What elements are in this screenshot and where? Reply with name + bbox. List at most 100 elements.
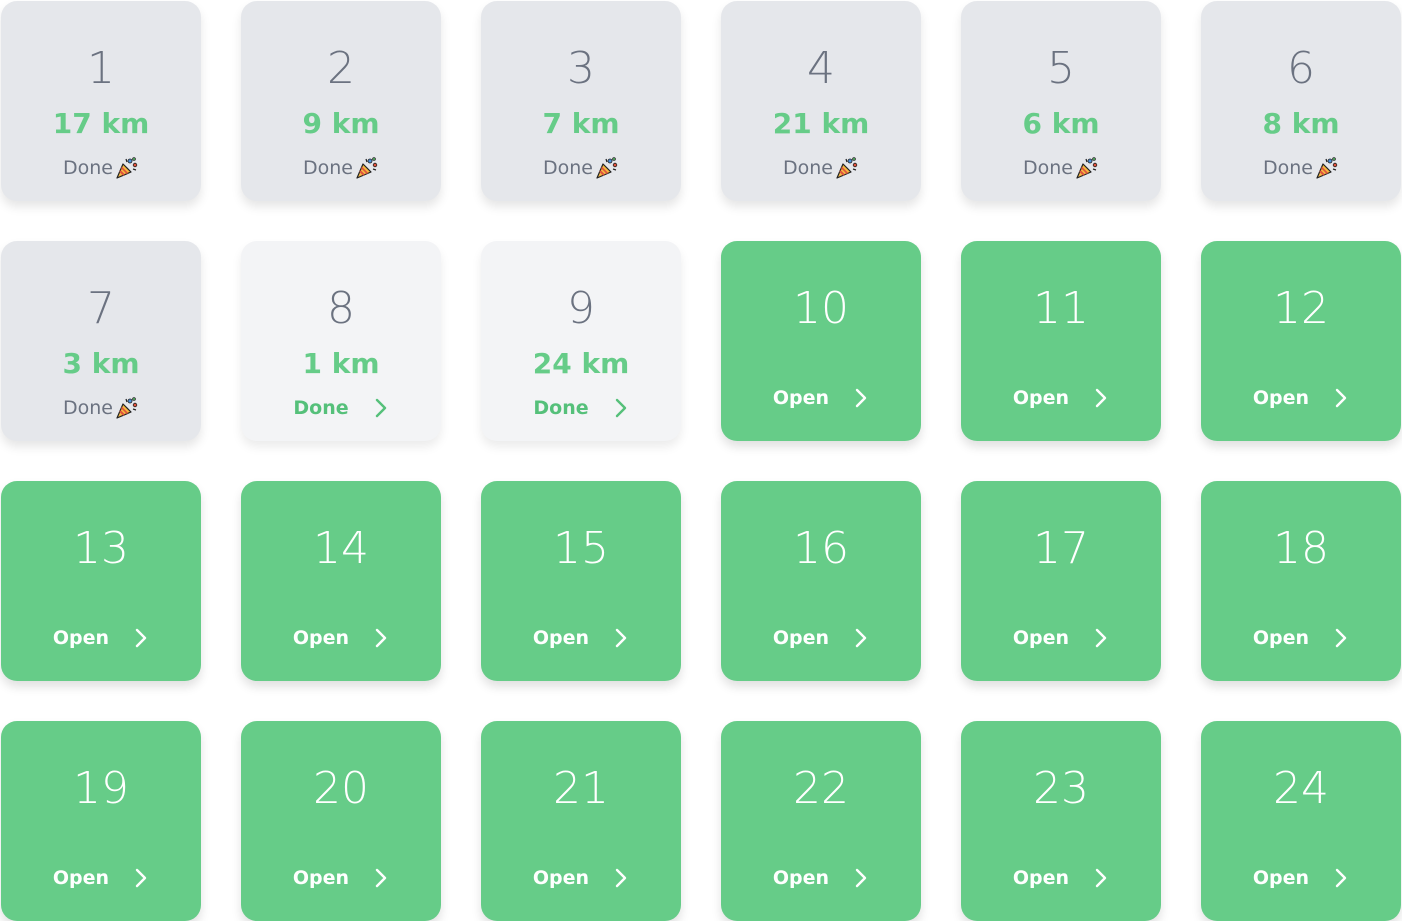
day-tile-21[interactable]: 21 Open xyxy=(481,721,681,921)
day-number: 20 xyxy=(313,763,369,814)
distance-label: 6 km xyxy=(1022,107,1100,140)
day-tile-18[interactable]: 18 Open xyxy=(1201,481,1401,681)
action-label: Open xyxy=(52,627,110,649)
day-tile-20[interactable]: 20 Open xyxy=(241,721,441,921)
chevron-right-icon xyxy=(613,627,629,649)
status-done: Done xyxy=(1201,155,1401,181)
open-link[interactable]: Open xyxy=(1,865,201,891)
day-tile-2: 2 9 km Done xyxy=(241,1,441,201)
status-label: Done xyxy=(63,397,113,419)
distance-label: 8 km xyxy=(1262,107,1340,140)
chevron-right-icon xyxy=(1333,867,1349,889)
day-tile-14[interactable]: 14 Open xyxy=(241,481,441,681)
day-number: 13 xyxy=(73,523,129,574)
chevron-right-icon xyxy=(853,867,869,889)
action-label: Open xyxy=(52,867,110,889)
party-popper-icon xyxy=(115,156,139,180)
distance-label: 7 km xyxy=(542,107,620,140)
open-link[interactable]: Open xyxy=(1201,385,1401,411)
day-tile-10[interactable]: 10 Open xyxy=(721,241,921,441)
status-label: Done xyxy=(63,157,113,179)
advent-calendar-grid: 1 17 km Done 2 9 km Done 3 7 km Done 4 21 km Done 5 6… xyxy=(0,0,1402,921)
status-done: Done xyxy=(961,155,1161,181)
day-tile-15[interactable]: 15 Open xyxy=(481,481,681,681)
open-link[interactable]: Open xyxy=(241,865,441,891)
chevron-right-icon xyxy=(133,627,149,649)
open-link[interactable]: Open xyxy=(961,625,1161,651)
day-tile-23[interactable]: 23 Open xyxy=(961,721,1161,921)
day-number: 22 xyxy=(793,763,849,814)
day-tile-8[interactable]: 8 1 km Done xyxy=(241,241,441,441)
status-label: Done xyxy=(1023,157,1073,179)
distance-label: 17 km xyxy=(52,107,150,140)
action-label: Open xyxy=(292,627,350,649)
chevron-right-icon xyxy=(1333,627,1349,649)
action-label: Done xyxy=(533,397,589,419)
open-link[interactable]: Open xyxy=(481,865,681,891)
party-popper-icon xyxy=(595,156,619,180)
day-number: 24 xyxy=(1273,763,1329,814)
party-popper-icon xyxy=(115,396,139,420)
day-tile-6: 6 8 km Done xyxy=(1201,1,1401,201)
day-tile-7: 7 3 km Done xyxy=(1,241,201,441)
open-link[interactable]: Open xyxy=(721,865,921,891)
chevron-right-icon xyxy=(613,867,629,889)
day-tile-16[interactable]: 16 Open xyxy=(721,481,921,681)
chevron-right-icon xyxy=(1093,387,1109,409)
action-label: Open xyxy=(1252,627,1310,649)
day-tile-12[interactable]: 12 Open xyxy=(1201,241,1401,441)
status-label: Done xyxy=(303,157,353,179)
day-tile-17[interactable]: 17 Open xyxy=(961,481,1161,681)
done-link[interactable]: Done xyxy=(481,395,681,421)
action-label: Open xyxy=(532,867,590,889)
status-label: Done xyxy=(1263,157,1313,179)
day-number: 21 xyxy=(553,763,609,814)
day-tile-9[interactable]: 9 24 km Done xyxy=(481,241,681,441)
open-link[interactable]: Open xyxy=(1201,625,1401,651)
open-link[interactable]: Open xyxy=(1201,865,1401,891)
day-tile-13[interactable]: 13 Open xyxy=(1,481,201,681)
action-label: Open xyxy=(1252,867,1310,889)
open-link[interactable]: Open xyxy=(1,625,201,651)
action-label: Open xyxy=(532,627,590,649)
day-tile-4: 4 21 km Done xyxy=(721,1,921,201)
open-link[interactable]: Open xyxy=(241,625,441,651)
day-number: 7 xyxy=(87,283,115,334)
open-link[interactable]: Open xyxy=(721,625,921,651)
chevron-right-icon xyxy=(853,627,869,649)
day-number: 3 xyxy=(567,43,595,94)
day-tile-19[interactable]: 19 Open xyxy=(1,721,201,921)
chevron-right-icon xyxy=(1093,867,1109,889)
distance-label: 24 km xyxy=(532,347,630,380)
action-label: Done xyxy=(293,397,349,419)
day-number: 17 xyxy=(1033,523,1089,574)
day-number: 14 xyxy=(313,523,369,574)
action-label: Open xyxy=(1012,387,1070,409)
action-label: Open xyxy=(772,627,830,649)
status-done: Done xyxy=(241,155,441,181)
day-tile-5: 5 6 km Done xyxy=(961,1,1161,201)
action-label: Open xyxy=(772,387,830,409)
day-number: 12 xyxy=(1273,283,1329,334)
day-tile-24[interactable]: 24 Open xyxy=(1201,721,1401,921)
done-link[interactable]: Done xyxy=(241,395,441,421)
day-tile-11[interactable]: 11 Open xyxy=(961,241,1161,441)
distance-label: 21 km xyxy=(772,107,870,140)
action-label: Open xyxy=(1012,627,1070,649)
day-tile-1: 1 17 km Done xyxy=(1,1,201,201)
party-popper-icon xyxy=(1075,156,1099,180)
day-number: 2 xyxy=(327,43,355,94)
open-link[interactable]: Open xyxy=(481,625,681,651)
day-number: 15 xyxy=(553,523,609,574)
open-link[interactable]: Open xyxy=(721,385,921,411)
chevron-right-icon xyxy=(373,867,389,889)
day-number: 18 xyxy=(1273,523,1329,574)
open-link[interactable]: Open xyxy=(961,385,1161,411)
day-number: 19 xyxy=(73,763,129,814)
party-popper-icon xyxy=(1315,156,1339,180)
day-number: 8 xyxy=(327,283,355,334)
status-label: Done xyxy=(783,157,833,179)
day-tile-22[interactable]: 22 Open xyxy=(721,721,921,921)
open-link[interactable]: Open xyxy=(961,865,1161,891)
day-number: 4 xyxy=(807,43,835,94)
